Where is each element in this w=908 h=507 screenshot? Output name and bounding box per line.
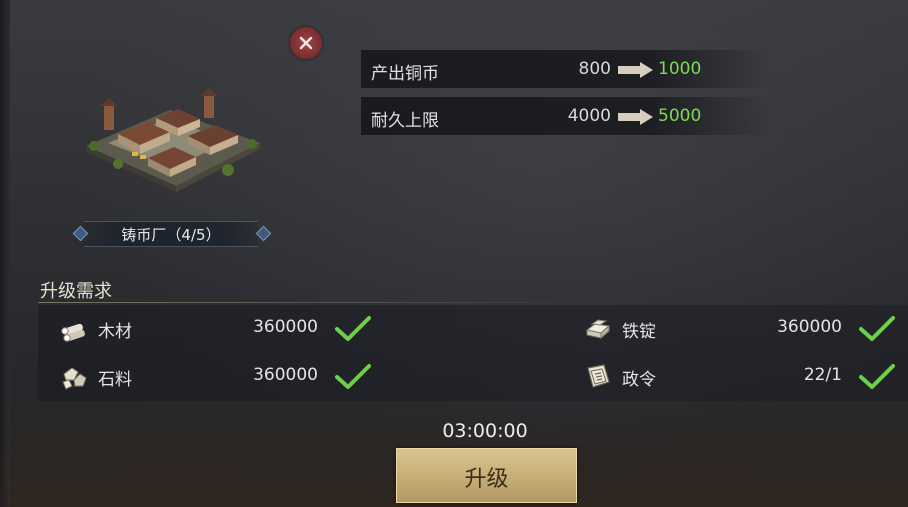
stat-new-value: 1000 — [658, 59, 702, 79]
upgrade-button[interactable]: 升级 — [396, 448, 577, 503]
requirement-amount: 360000 — [253, 365, 318, 385]
requirement-stone: 石料 360000 — [60, 359, 380, 393]
left-edge — [0, 0, 10, 507]
requirement-iron: 铁锭 360000 — [584, 311, 904, 345]
requirement-amount: 360000 — [253, 317, 318, 337]
iron-ingot-icon — [585, 319, 611, 340]
requirements-divider — [38, 302, 598, 303]
stat-row-copper-output: 产出铜币 800 1000 — [361, 50, 771, 88]
upgrade-timer: 03:00:00 — [442, 420, 528, 442]
arrow-right-icon — [618, 62, 653, 78]
check-icon — [859, 316, 895, 341]
requirements-title: 升级需求 — [40, 281, 112, 302]
check-icon — [335, 364, 371, 389]
stat-old-value: 800 — [578, 59, 611, 79]
requirement-name: 政令 — [622, 370, 656, 390]
building-image — [78, 88, 264, 193]
stone-icon — [62, 367, 87, 390]
requirement-decree: 政令 22/1 — [584, 359, 904, 393]
stat-name: 产出铜币 — [371, 64, 439, 84]
close-button[interactable] — [290, 27, 322, 59]
stat-old-value: 4000 — [567, 106, 611, 126]
requirement-name: 铁锭 — [622, 322, 656, 342]
requirement-name: 石料 — [98, 370, 132, 390]
close-icon — [299, 36, 313, 50]
requirement-amount: 22/1 — [803, 365, 842, 385]
requirement-wood: 木材 360000 — [60, 311, 380, 345]
upgrade-button-label: 升级 — [464, 467, 509, 492]
building-name-plate: 铸币厂（4/5） — [72, 221, 272, 247]
requirement-name: 木材 — [98, 322, 132, 342]
arrow-right-icon — [618, 109, 653, 125]
stat-row-durability: 耐久上限 4000 5000 — [361, 97, 771, 135]
check-icon — [859, 364, 895, 389]
wood-icon — [61, 323, 85, 342]
check-icon — [335, 316, 371, 341]
requirement-amount: 360000 — [777, 317, 842, 337]
stat-name: 耐久上限 — [371, 111, 439, 131]
stat-new-value: 5000 — [658, 106, 702, 126]
building-name-label: 铸币厂（4/5） — [121, 226, 221, 244]
decree-icon — [587, 364, 610, 388]
